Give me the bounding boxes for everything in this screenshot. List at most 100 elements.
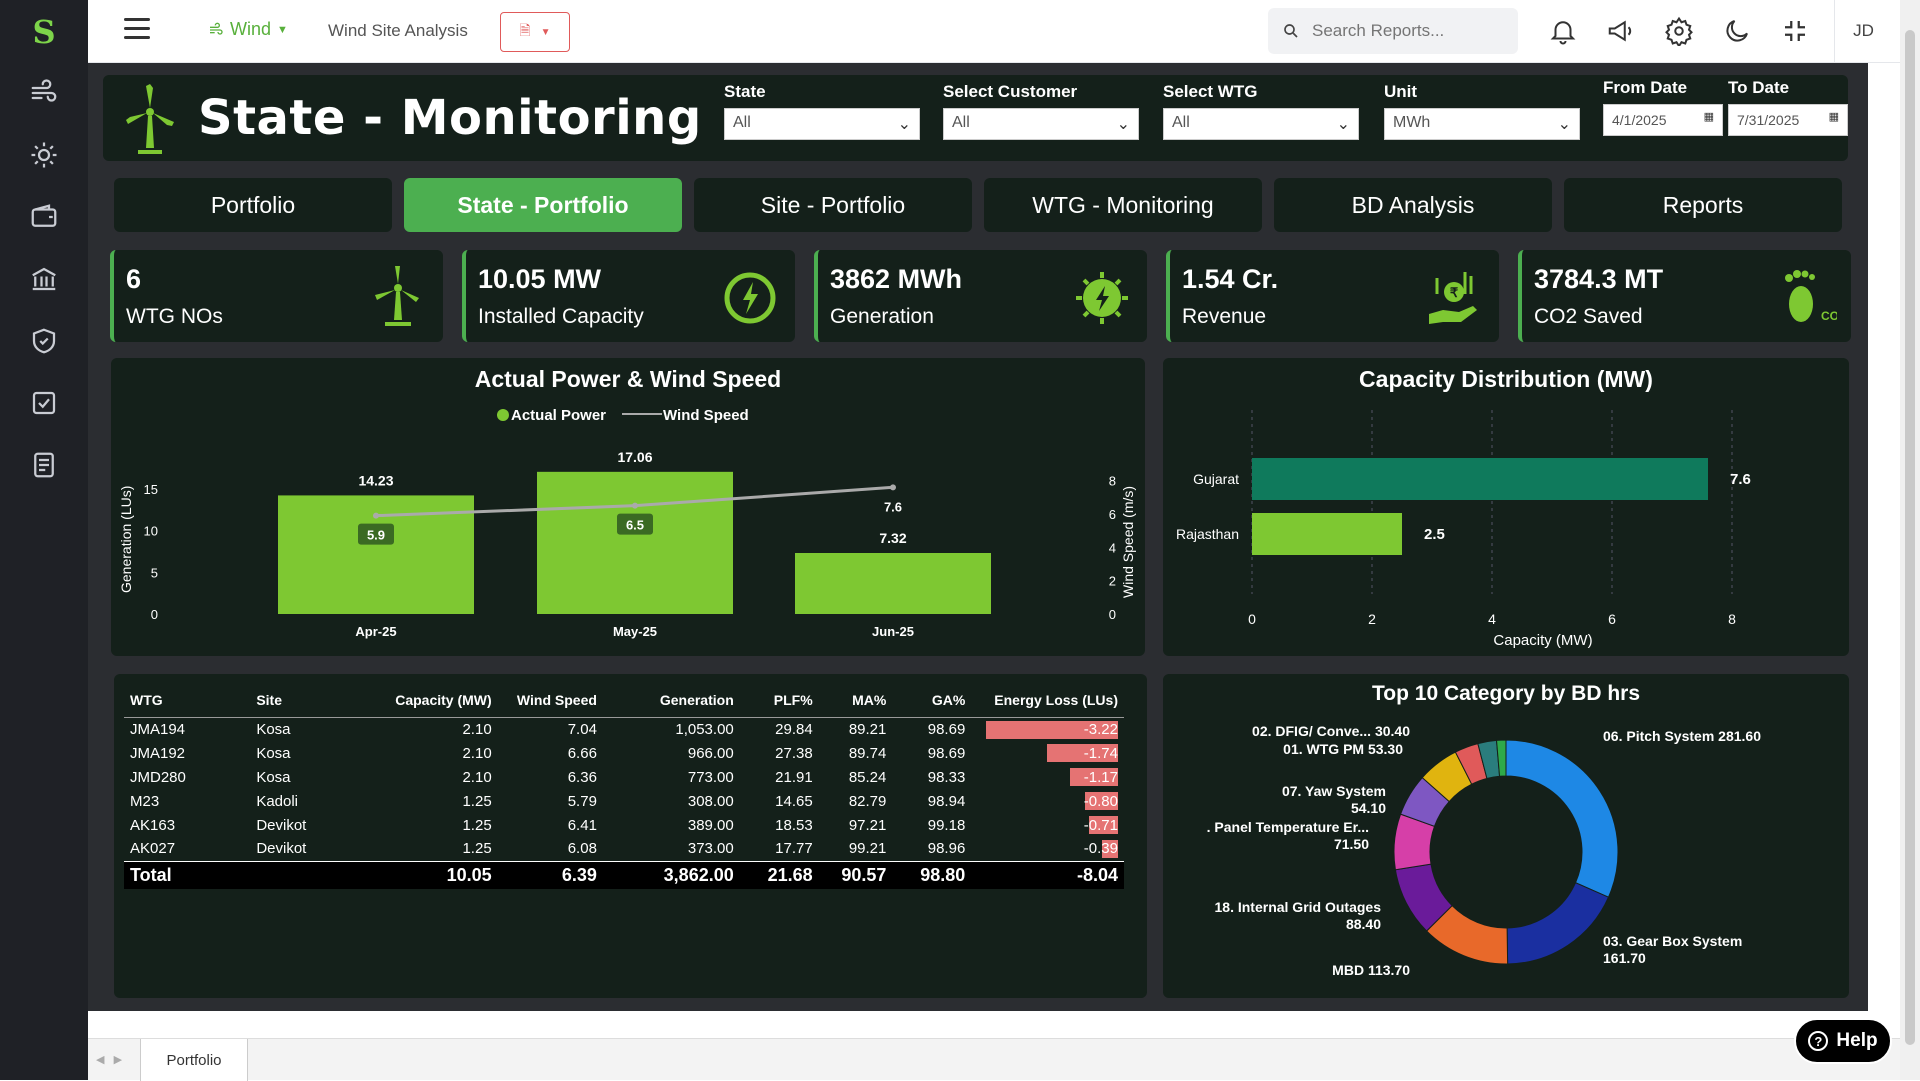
table-cell: Kadoli — [256, 792, 299, 810]
y-category-label: Rajasthan — [1176, 526, 1239, 542]
wind-nav-icon[interactable] — [29, 78, 59, 108]
y-right-tick-label: 4 — [1109, 540, 1116, 555]
page-scrollbar[interactable] — [1900, 0, 1920, 1080]
tab-portfolio[interactable]: Portfolio — [114, 178, 392, 232]
actual-power-chart: Actual Power Wind Speed Generation (LUs)… — [118, 407, 1136, 639]
gear-icon[interactable] — [1664, 16, 1694, 48]
report-nav-icon[interactable] — [29, 450, 59, 480]
power-bar-value-label: 7.32 — [879, 530, 906, 546]
table-row[interactable]: AK163 Devikot 1.25 6.41 389.00 18.53 97.21 99.1… — [124, 813, 1124, 837]
column-header[interactable]: PLF% — [739, 683, 819, 718]
x-category-label: May-25 — [613, 624, 657, 639]
tab-bd-analysis[interactable]: BD Analysis — [1274, 178, 1552, 232]
table-cell: 89.21 — [848, 720, 887, 738]
y-category-label: Gujarat — [1193, 471, 1239, 487]
column-header[interactable]: WTG — [124, 683, 251, 718]
table-row[interactable]: M23 Kadoli 1.25 5.79 308.00 14.65 82.79 98.94 -0… — [124, 789, 1124, 813]
from-date-input[interactable]: 4/1/2025 ▦ — [1603, 104, 1723, 136]
report-export-button[interactable]: 🗎 ▼ — [500, 12, 570, 52]
table-row[interactable]: JMD280 Kosa 2.10 6.36 773.00 21.91 85.24 98.33 -… — [124, 765, 1124, 789]
page-title: State - Monitoring — [198, 90, 702, 146]
search-box[interactable] — [1268, 8, 1518, 54]
table-cell: Devikot — [256, 840, 307, 858]
moon-icon[interactable] — [1722, 16, 1752, 46]
wtg-dropdown[interactable]: All ⌄ — [1163, 108, 1359, 140]
capacity-bar — [1252, 513, 1402, 555]
table-cell: 98.69 — [927, 720, 966, 738]
table-cell: 99.18 — [927, 816, 966, 834]
module-selector[interactable]: Wind ▼ — [208, 19, 288, 40]
chevron-down-icon: ⌄ — [1336, 116, 1350, 133]
scrollbar-thumb[interactable] — [1905, 30, 1915, 1045]
donut-slice — [1506, 882, 1610, 965]
money-hand-icon: ₹ — [1429, 272, 1477, 324]
column-header[interactable]: Site — [250, 683, 377, 718]
column-header[interactable]: Energy Loss (LUs) — [971, 683, 1124, 718]
x-axis-label: Capacity (MW) — [1493, 632, 1592, 649]
unit-dropdown[interactable]: MWh ⌄ — [1384, 108, 1580, 140]
table-cell: JMA194 — [130, 720, 186, 738]
table-cell: 85.24 — [848, 768, 887, 786]
column-header[interactable]: GA% — [892, 683, 972, 718]
wind-icon — [210, 22, 223, 35]
total-cell: 21.68 — [739, 860, 819, 889]
column-header[interactable]: MA% — [818, 683, 893, 718]
state-filter-label: State — [724, 82, 766, 101]
column-header[interactable]: Capacity (MW) — [376, 683, 498, 718]
top-bar: Wind ▼ Wind Site Analysis 🗎 ▼ JD — [88, 0, 1920, 63]
shield-nav-icon[interactable] — [29, 326, 59, 356]
app-logo[interactable]: S — [26, 14, 62, 50]
page-tab-portfolio[interactable]: Portfolio — [140, 1039, 248, 1081]
table-cell: -1.17 — [971, 765, 1124, 789]
calendar-icon[interactable]: ▦ — [1704, 110, 1714, 123]
chevron-down-icon: ⌄ — [1557, 116, 1571, 133]
help-button[interactable]: ? Help — [1794, 1018, 1892, 1064]
bd-category-donut-chart: 06. Pitch System 281.60 03. Gear Box Syst… — [1207, 723, 1762, 978]
column-header[interactable]: Generation — [602, 683, 740, 718]
table-cell: 2.10 — [462, 768, 492, 786]
state-dropdown-value: All — [733, 114, 751, 131]
state-dropdown[interactable]: All ⌄ — [724, 108, 920, 140]
total-cell: 6.39 — [497, 860, 603, 889]
table-cell: 6.08 — [567, 840, 597, 858]
wtg-filter-label: Select WTG — [1163, 82, 1258, 101]
document-icon: 🗎 — [519, 22, 531, 38]
unit-dropdown-value: MWh — [1393, 114, 1431, 131]
table-cell: 98.33 — [927, 768, 966, 786]
bell-icon[interactable] — [1548, 16, 1578, 46]
tab-site-portfolio[interactable]: Site - Portfolio — [694, 178, 972, 232]
to-date-input[interactable]: 7/31/2025 ▦ — [1728, 104, 1848, 136]
y-left-tick-label: 10 — [144, 524, 158, 539]
table-cell: 1.25 — [462, 816, 492, 834]
page-nav-arrows[interactable]: ◀ ▶ — [96, 1053, 122, 1066]
table-cell: JMD280 — [130, 768, 186, 786]
wallet-nav-icon[interactable] — [29, 202, 59, 232]
table-row[interactable]: JMA194 Kosa 2.10 7.04 1,053.00 29.84 89.21 98.6… — [124, 717, 1124, 741]
turbine-icon — [126, 84, 174, 154]
collapse-fullscreen-icon[interactable] — [1780, 16, 1810, 46]
megaphone-icon[interactable] — [1606, 16, 1636, 46]
table-row[interactable]: AK027 Devikot 1.25 6.08 373.00 17.77 99.21 98.9… — [124, 837, 1124, 861]
table-cell: Devikot — [256, 816, 307, 834]
x-category-label: Apr-25 — [355, 624, 396, 639]
tab-wtg-monitoring[interactable]: WTG - Monitoring — [984, 178, 1262, 232]
customer-dropdown[interactable]: All ⌄ — [943, 108, 1139, 140]
tab-state-portfolio[interactable]: State - Portfolio — [404, 178, 682, 232]
kpi-revenue: 1.54 Cr. Revenue ₹ — [1166, 250, 1499, 342]
tab-reports[interactable]: Reports — [1564, 178, 1842, 232]
table-row[interactable]: JMA192 Kosa 2.10 6.66 966.00 27.38 89.74 98.69 -… — [124, 741, 1124, 765]
y-left-tick-label: 5 — [151, 565, 158, 580]
bank-nav-icon[interactable] — [29, 264, 59, 294]
calendar-icon[interactable]: ▦ — [1829, 110, 1839, 123]
checklist-nav-icon[interactable] — [29, 388, 59, 418]
user-avatar[interactable]: JD — [1834, 0, 1892, 62]
table-cell: 27.38 — [775, 744, 813, 762]
search-input[interactable] — [1312, 21, 1492, 41]
menu-toggle-icon[interactable] — [124, 18, 150, 42]
svg-text:CO: CO — [1821, 309, 1837, 323]
x-tick-label: 0 — [1248, 611, 1256, 627]
column-header[interactable]: Wind Speed — [497, 683, 603, 718]
solar-nav-icon[interactable] — [29, 140, 59, 170]
site-title: Wind Site Analysis — [328, 21, 468, 40]
kpi-value: 3784.3 MT — [1534, 264, 1664, 294]
